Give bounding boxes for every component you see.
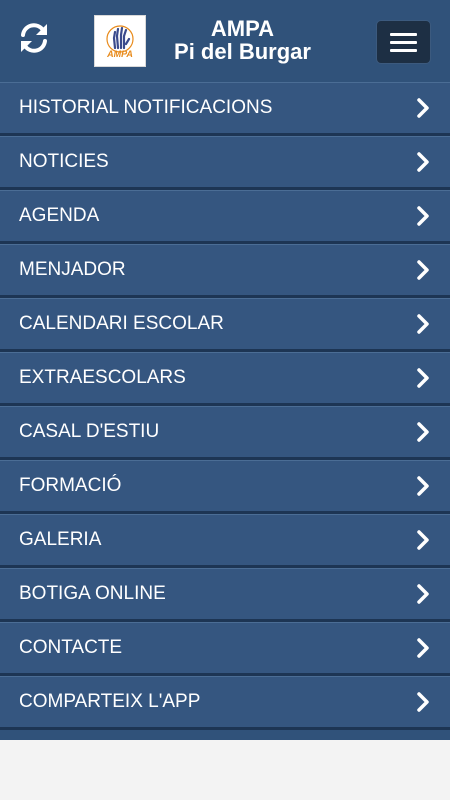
footer-area (0, 740, 450, 800)
menu-item-label: CONTACTE (19, 637, 123, 658)
title-line-2: Pi del Burgar (174, 39, 311, 64)
ampa-logo: AMPA (94, 15, 146, 67)
chevron-right-icon (417, 422, 429, 442)
chevron-right-icon (417, 638, 429, 658)
logo-text: AMPA (107, 48, 133, 59)
chevron-right-icon (417, 692, 429, 712)
app-title: AMPA Pi del Burgar (160, 17, 325, 63)
chevron-right-icon (417, 476, 429, 496)
app-header: AMPA AMPA Pi del Burgar (0, 0, 450, 82)
menu-item-label: EXTRAESCOLARS (19, 367, 186, 388)
menu-item[interactable]: MENJADOR (0, 244, 450, 298)
menu-item-label: CASAL D'ESTIU (19, 421, 160, 442)
hamburger-icon-bar (390, 48, 417, 52)
menu-item[interactable]: CALENDARI ESCOLAR (0, 298, 450, 352)
menu-item[interactable]: BOTIGA ONLINE (0, 568, 450, 622)
hamburger-menu-button[interactable] (376, 20, 431, 64)
title-line-1: AMPA (210, 16, 275, 41)
menu-item-label: BOTIGA ONLINE (19, 583, 166, 604)
main-menu: HISTORIAL NOTIFICACIONS NOTICIES AGENDA MEN… (0, 82, 450, 740)
chevron-right-icon (417, 530, 429, 550)
chevron-right-icon (417, 368, 429, 388)
menu-item-label: MENJADOR (19, 259, 126, 280)
chevron-right-icon (417, 206, 429, 226)
menu-item-label: NOTICIES (19, 151, 109, 172)
refresh-icon (21, 23, 47, 53)
chevron-right-icon (417, 584, 429, 604)
menu-item-label: FORMACIÓ (19, 475, 122, 496)
chevron-right-icon (417, 98, 429, 118)
menu-item-label: CALENDARI ESCOLAR (19, 313, 224, 334)
chevron-right-icon (417, 260, 429, 280)
menu-item[interactable]: COMPARTEIX L'APP (0, 676, 450, 730)
menu-item-label: GALERIA (19, 529, 102, 550)
chevron-right-icon (417, 314, 429, 334)
menu-item[interactable]: CASAL D'ESTIU (0, 406, 450, 460)
menu-item[interactable]: HISTORIAL NOTIFICACIONS (0, 82, 450, 136)
menu-item[interactable]: NOTICIES (0, 136, 450, 190)
menu-item-label: AGENDA (19, 205, 100, 226)
hamburger-icon (390, 32, 417, 36)
menu-item[interactable]: GALERIA (0, 514, 450, 568)
menu-item-label: HISTORIAL NOTIFICACIONS (19, 97, 273, 118)
chevron-right-icon (417, 152, 429, 172)
menu-item[interactable]: AGENDA (0, 190, 450, 244)
menu-item-label: COMPARTEIX L'APP (19, 691, 201, 712)
refresh-button[interactable] (14, 18, 54, 58)
menu-item[interactable]: FORMACIÓ (0, 460, 450, 514)
hamburger-icon-bar (390, 40, 417, 44)
menu-item[interactable]: EXTRAESCOLARS (0, 352, 450, 406)
menu-item[interactable]: CONTACTE (0, 622, 450, 676)
